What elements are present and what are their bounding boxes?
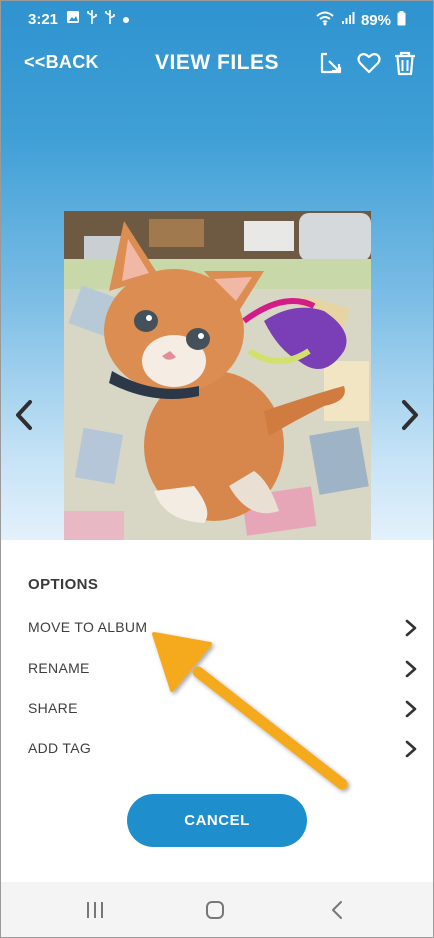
chevron-right-icon [404,699,418,719]
options-heading: OPTIONS [28,576,99,593]
option-move-to-album[interactable]: MOVE TO ALBUM [0,608,434,648]
kitten-photo [64,211,371,540]
status-time: 3:21 [28,11,59,28]
back-button[interactable]: <<BACK [24,52,99,73]
battery-icon [397,10,406,30]
cancel-button[interactable]: CANCEL [127,794,307,847]
usb-icon [104,9,116,29]
chevron-right-icon [404,659,418,679]
option-label: RENAME [28,660,90,676]
status-left-icons [66,9,130,29]
signal-icon [341,11,355,29]
option-share[interactable]: SHARE [0,689,434,729]
home-icon[interactable] [203,899,227,921]
battery-percent: 89% [360,11,391,29]
system-navigation-bar [0,882,434,938]
option-rename[interactable]: RENAME [0,649,434,689]
back-icon[interactable] [325,899,349,921]
chevron-right-icon [404,618,418,638]
usb-icon [86,9,98,29]
status-right-icons: 89% [315,10,406,30]
status-bar: 3:21 89% [0,0,434,40]
option-label: MOVE TO ALBUM [28,619,148,635]
chevron-left-icon[interactable] [12,398,36,432]
trash-icon[interactable] [392,50,418,76]
chevron-right-icon[interactable] [398,398,422,432]
options-panel: OPTIONS MOVE TO ALBUM RENAME SHARE ADD T… [0,540,434,880]
dot-icon [122,11,130,28]
option-add-tag[interactable]: ADD TAG [0,729,434,769]
option-label: SHARE [28,700,78,716]
wifi-icon [315,10,335,30]
option-label: ADD TAG [28,740,92,756]
chevron-right-icon [404,739,418,759]
recent-apps-icon[interactable] [83,899,107,921]
export-icon[interactable] [318,50,344,76]
image-icon [66,10,80,28]
heart-icon[interactable] [356,50,382,76]
